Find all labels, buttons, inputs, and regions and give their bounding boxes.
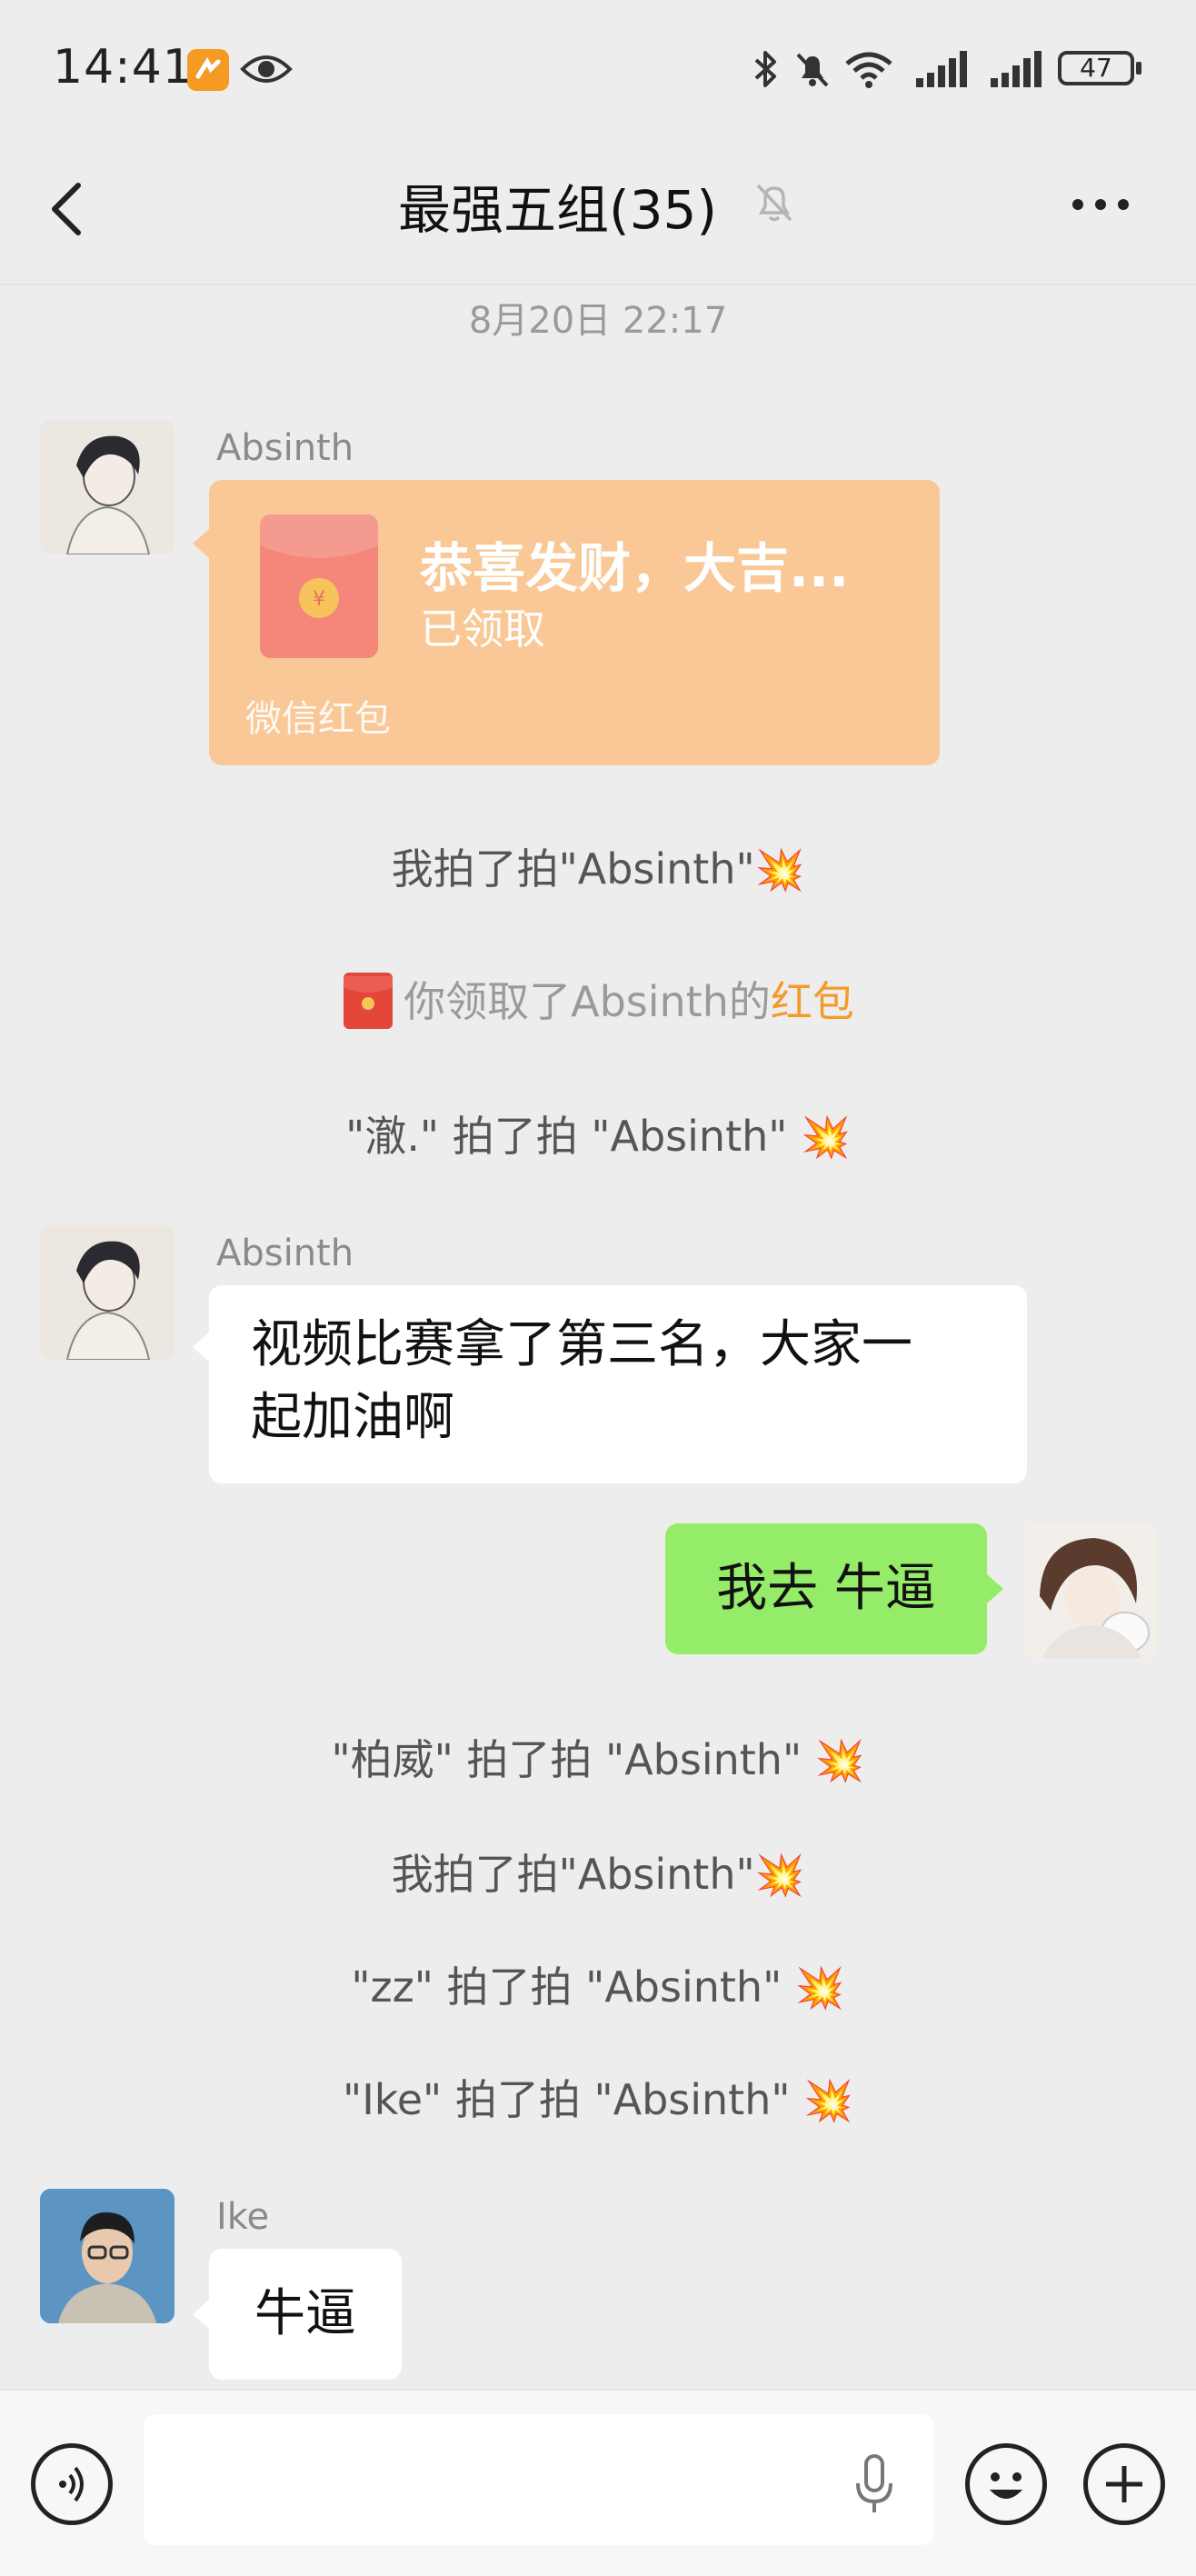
mute-bell-icon (751, 178, 798, 225)
message-bubble[interactable]: 牛逼 (209, 2249, 402, 2380)
pat-text: "zz" 拍了拍 "Absinth" (351, 1962, 782, 2012)
bubble-tail (193, 2300, 209, 2329)
pat-notification: "柏威" 拍了拍 "Absinth" 💥 (0, 1727, 1196, 1787)
plus-icon (1106, 2466, 1142, 2502)
explosion-icon: 💥 (754, 847, 805, 894)
voice-wave-icon (59, 2466, 84, 2502)
bubble-tail (987, 1574, 1003, 1603)
pat-notification: "澈." 拍了拍 "Absinth" 💥 (0, 1103, 1196, 1163)
message-timestamp: 8月20日 22:17 (468, 300, 728, 342)
red-packet-link[interactable]: 红包 (771, 977, 854, 1026)
avatar-absinth[interactable] (40, 1225, 174, 1360)
red-packet-title: 恭喜发财，大吉... (420, 537, 850, 599)
avatar-ike[interactable] (40, 2189, 174, 2323)
sender-name: Absinth (216, 427, 354, 469)
battery-tip (1136, 62, 1141, 75)
explosion-icon: 💥 (803, 2078, 853, 2124)
red-packet-status: 已领取 (420, 604, 545, 654)
red-packet-small-icon (344, 973, 394, 1029)
message-line: 起加油啊 (251, 1388, 454, 1447)
signal-2-icon (989, 49, 1043, 89)
chat-title[interactable]: 最强五组(35) (398, 167, 717, 244)
back-button[interactable] (42, 173, 96, 245)
message-input[interactable] (144, 2414, 934, 2545)
more-dots-icon (1072, 199, 1129, 210)
pat-text: "Ike" 拍了拍 "Absinth" (343, 2075, 791, 2124)
red-packet-tail (193, 529, 209, 558)
svg-text:¥: ¥ (313, 588, 325, 611)
microphone-icon (856, 2454, 892, 2512)
eye-icon (240, 51, 293, 87)
pat-notification: "zz" 拍了拍 "Absinth" 💥 (0, 1954, 1196, 2014)
message-line: 视频比赛拿了第三名，大家一 (251, 1315, 912, 1374)
red-packet-footer: 微信红包 (245, 698, 391, 740)
explosion-icon: 💥 (794, 1965, 845, 2012)
avatar-illustration-icon (1023, 1523, 1158, 1658)
explosion-icon: 💥 (801, 1114, 851, 1161)
sender-name: Absinth (216, 1233, 354, 1274)
wifi-icon (843, 49, 894, 89)
bluetooth-icon (749, 49, 782, 89)
pat-notification: 我拍了拍"Absinth"💥 (0, 836, 1196, 896)
pat-text: 我拍了拍"Absinth" (391, 844, 755, 894)
pat-text: "澈." 拍了拍 "Absinth" (345, 1112, 788, 1161)
more-functions-button[interactable] (1083, 2443, 1165, 2525)
voice-mode-button[interactable] (31, 2443, 113, 2525)
pat-text: "柏威" 拍了拍 "Absinth" (331, 1735, 802, 1784)
red-packet-received-notice: 你领取了Absinth的红包 (0, 969, 1196, 1031)
battery-indicator: 47 (1058, 51, 1134, 85)
more-options-button[interactable] (1069, 182, 1132, 227)
message-text: 牛逼 (254, 2284, 356, 2343)
red-envelope-icon: ¥ (260, 514, 378, 658)
pat-notification: "Ike" 拍了拍 "Absinth" 💥 (0, 2067, 1196, 2127)
bell-off-icon (792, 49, 832, 89)
explosion-icon: 💥 (754, 1852, 805, 1899)
app-notification-icon (187, 49, 229, 91)
pat-notification: 我拍了拍"Absinth"💥 (0, 1842, 1196, 1902)
status-time: 14:41 (53, 40, 194, 95)
avatar-self[interactable] (1023, 1523, 1158, 1658)
smiley-icon (990, 2472, 1022, 2499)
nav-divider (0, 284, 1196, 285)
message-text: 我去 牛逼 (716, 1559, 936, 1618)
bubble-tail (193, 1333, 209, 1362)
chevron-left-icon (52, 183, 81, 235)
pat-text: 我拍了拍"Absinth" (391, 1850, 755, 1899)
emoji-button[interactable] (965, 2443, 1047, 2525)
microphone-button[interactable] (847, 2449, 902, 2521)
signal-1-icon (914, 49, 969, 89)
message-bubble[interactable]: 视频比赛拿了第三名，大家一 起加油啊 (209, 1285, 1027, 1483)
explosion-icon: 💥 (814, 1738, 865, 1784)
received-text: 你领取了Absinth的 (404, 977, 771, 1026)
avatar-photo-icon (40, 2189, 174, 2323)
avatar-absinth[interactable] (40, 420, 174, 554)
avatar-illustration-icon (40, 420, 174, 554)
avatar-illustration-icon (40, 1225, 174, 1360)
self-message-bubble[interactable]: 我去 牛逼 (665, 1523, 987, 1654)
sender-name: Ike (216, 2196, 270, 2238)
